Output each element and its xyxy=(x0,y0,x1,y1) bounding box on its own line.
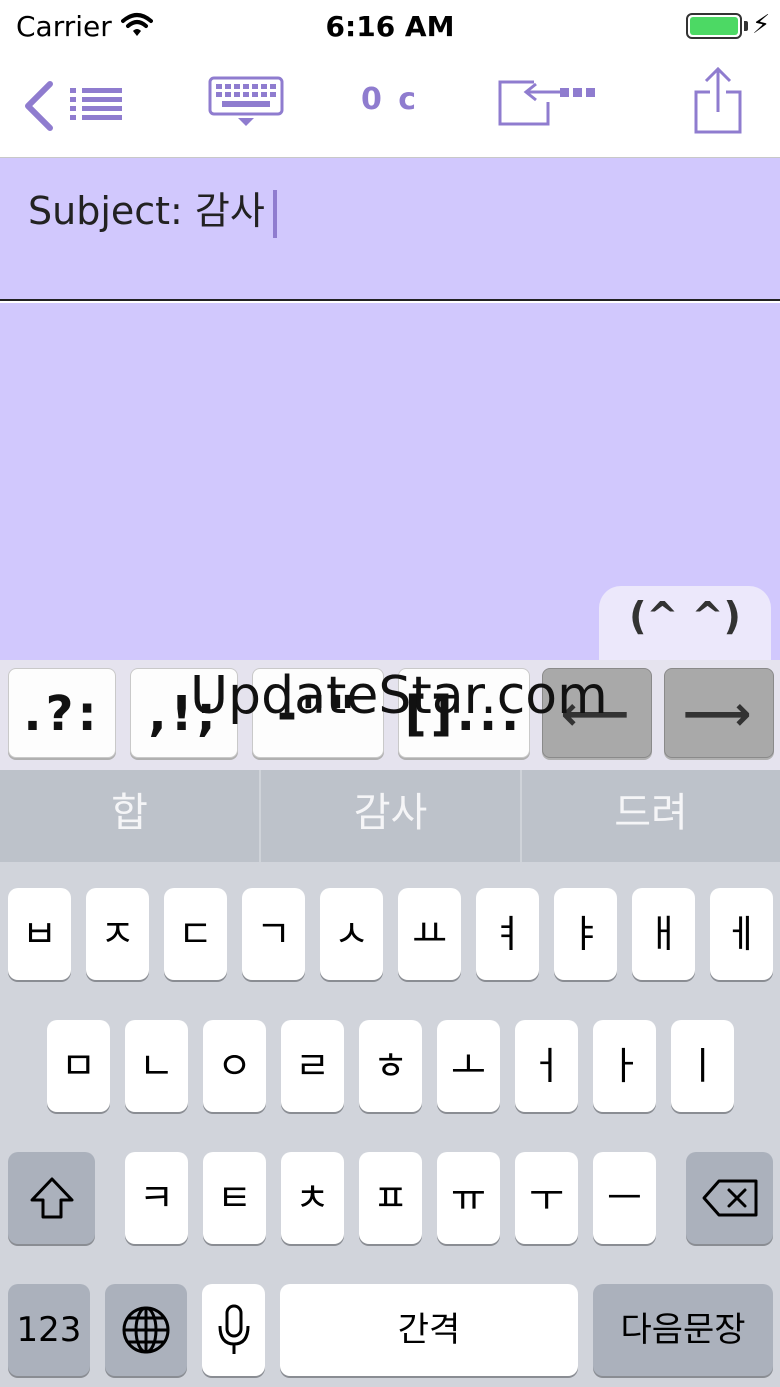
subject-line: Subject: 감사 xyxy=(28,180,277,238)
prediction-2[interactable]: 감사 xyxy=(261,770,520,862)
key[interactable]: ㅛ xyxy=(398,888,461,980)
key[interactable]: ㅡ xyxy=(593,1152,656,1244)
battery-nub xyxy=(744,21,748,31)
key[interactable]: ㅓ xyxy=(515,1020,578,1112)
text-cursor xyxy=(272,189,277,238)
punct-key-period[interactable]: .?: xyxy=(8,668,116,758)
key[interactable]: ㅑ xyxy=(554,888,617,980)
next-sentence-key[interactable]: 다음문장 xyxy=(593,1284,773,1376)
list-icon[interactable] xyxy=(68,86,124,122)
key[interactable]: ㄴ xyxy=(125,1020,188,1112)
key[interactable]: ㅏ xyxy=(593,1020,656,1112)
key[interactable]: ㄹ xyxy=(281,1020,344,1112)
key[interactable]: ㅅ xyxy=(320,888,383,980)
character-count: 0 c xyxy=(360,82,420,117)
key[interactable]: ㅔ xyxy=(710,888,773,980)
key[interactable]: ㅠ xyxy=(437,1152,500,1244)
globe-icon xyxy=(122,1306,170,1354)
key[interactable]: ㅋ xyxy=(125,1152,188,1244)
key[interactable]: ㅁ xyxy=(47,1020,110,1112)
key[interactable]: ㅐ xyxy=(632,888,695,980)
prediction-bar: 합 감사 드려 xyxy=(0,770,780,862)
keyboard: ㅂ ㅈ ㄷ ㄱ ㅅ ㅛ ㅕ ㅑ ㅐ ㅔ ㅁ ㄴ ㅇ ㄹ ㅎ ㅗ ㅓ ㅏ ㅣ ㅋ … xyxy=(0,862,780,1387)
key[interactable]: ㅗ xyxy=(437,1020,500,1112)
shift-icon xyxy=(30,1177,73,1219)
key[interactable]: ㄱ xyxy=(242,888,305,980)
arrow-right-icon[interactable]: ⟶ xyxy=(664,668,774,758)
key[interactable]: ㅣ xyxy=(671,1020,734,1112)
key[interactable]: ㅎ xyxy=(359,1020,422,1112)
cursor-move-icon[interactable] xyxy=(498,76,602,128)
watermark: UpdateStar.com xyxy=(190,666,608,726)
keyboard-hide-icon[interactable] xyxy=(208,76,284,128)
toolbar: 0 c xyxy=(0,54,780,158)
key[interactable]: ㅍ xyxy=(359,1152,422,1244)
space-key[interactable]: 간격 xyxy=(280,1284,578,1376)
clock: 6:16 AM xyxy=(325,10,455,43)
key[interactable]: ㅇ xyxy=(203,1020,266,1112)
key[interactable]: ㅂ xyxy=(8,888,71,980)
key[interactable]: ㅌ xyxy=(203,1152,266,1244)
prediction-1[interactable]: 합 xyxy=(0,770,259,862)
share-icon[interactable] xyxy=(692,66,744,136)
subject-text: Subject: 감사 xyxy=(28,189,265,233)
key[interactable]: ㅜ xyxy=(515,1152,578,1244)
microphone-icon xyxy=(218,1304,249,1354)
battery-icon xyxy=(686,13,742,39)
numbers-key[interactable]: 123 xyxy=(8,1284,90,1376)
shift-key[interactable] xyxy=(8,1152,95,1244)
delete-icon xyxy=(702,1179,757,1217)
key[interactable]: ㄷ xyxy=(164,888,227,980)
subject-field[interactable]: Subject: 감사 xyxy=(0,158,780,301)
chevron-left-icon[interactable] xyxy=(20,80,56,132)
key[interactable]: ㅊ xyxy=(281,1152,344,1244)
status-bar: Carrier 6:16 AM ⚡ xyxy=(0,0,780,54)
key[interactable]: ㅕ xyxy=(476,888,539,980)
delete-key[interactable] xyxy=(686,1152,773,1244)
emoticon-tab[interactable]: (^ ^) xyxy=(599,586,771,666)
prediction-3[interactable]: 드려 xyxy=(522,770,780,862)
key[interactable]: ㅈ xyxy=(86,888,149,980)
globe-key[interactable] xyxy=(105,1284,187,1376)
microphone-key[interactable] xyxy=(202,1284,265,1376)
charging-icon: ⚡ xyxy=(752,10,771,40)
